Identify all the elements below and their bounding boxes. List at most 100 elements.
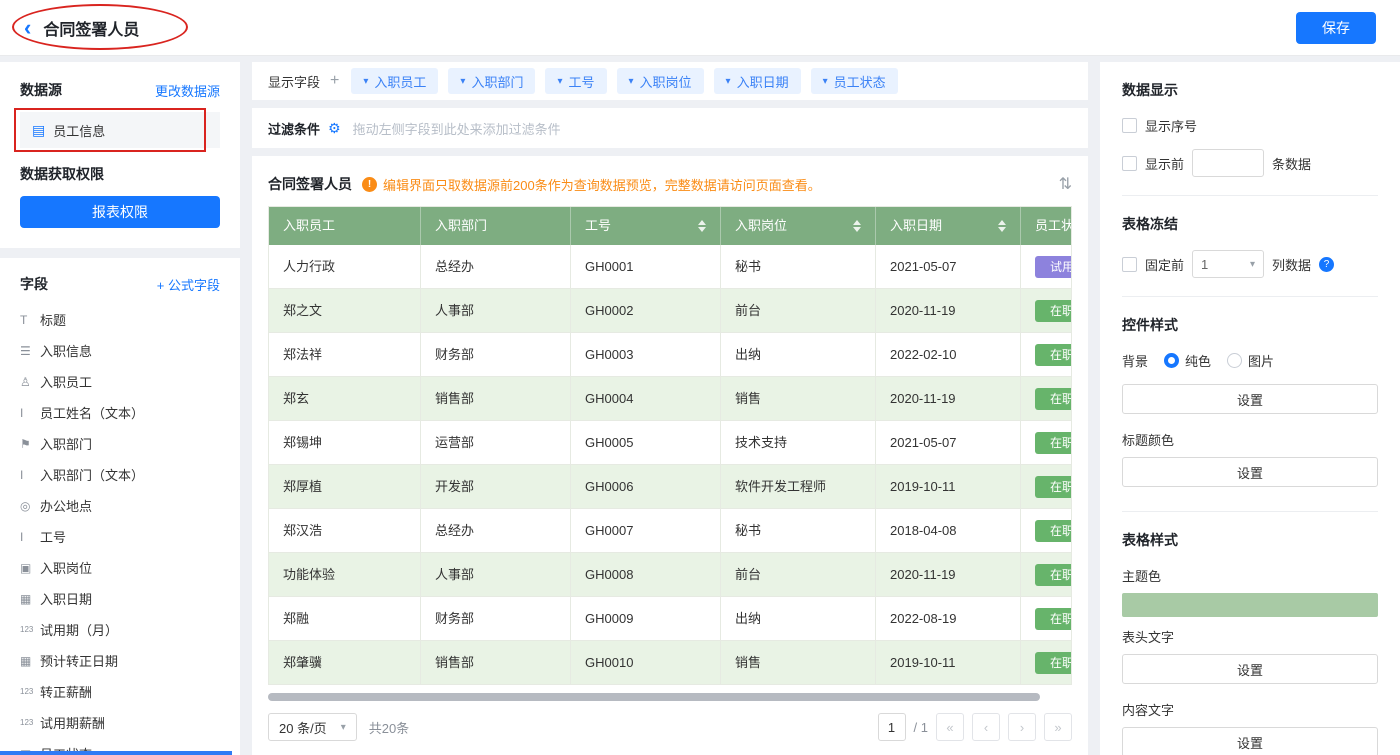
chip-label: 工号 — [568, 72, 594, 91]
sort-icon[interactable] — [847, 220, 861, 232]
location-icon: ◎ — [20, 499, 40, 513]
display-field-chip[interactable]: ▾员工状态 — [811, 68, 898, 94]
field-item[interactable]: I入职部门（文本） — [20, 459, 220, 490]
column-header-label: 入职岗位 — [735, 207, 787, 245]
table-cell: 2019-10-11 — [876, 465, 1021, 508]
field-item[interactable]: I工号 — [20, 521, 220, 552]
table-cell: 财务部 — [421, 597, 571, 640]
field-item[interactable]: ♙入职员工 — [20, 366, 220, 397]
display-field-chip[interactable]: ▾工号 — [545, 68, 606, 94]
sort-icon[interactable] — [992, 220, 1006, 232]
table-cell-status: 在职 — [1021, 641, 1072, 684]
field-item[interactable]: ◎办公地点 — [20, 490, 220, 521]
field-item[interactable]: ▦入职日期 — [20, 583, 220, 614]
fix-columns-checkbox[interactable] — [1122, 257, 1137, 272]
select-icon: ▣ — [20, 561, 40, 575]
display-field-chip[interactable]: ▾入职员工 — [351, 68, 438, 94]
prev-page-button[interactable]: ‹ — [972, 713, 1000, 741]
field-item[interactable]: 123试用期薪酬 — [20, 707, 220, 738]
cols-suffix-label: 列数据 — [1272, 255, 1311, 274]
solid-color-radio[interactable] — [1164, 353, 1179, 368]
table-cell: GH0008 — [571, 553, 721, 596]
table-cell: 总经办 — [421, 509, 571, 552]
first-page-button[interactable]: « — [936, 713, 964, 741]
next-page-button[interactable]: › — [1008, 713, 1036, 741]
field-item[interactable]: ▣入职岗位 — [20, 552, 220, 583]
help-icon[interactable]: ? — [1319, 257, 1334, 272]
sort-icon[interactable] — [692, 220, 706, 232]
status-badge: 在职 — [1035, 564, 1072, 586]
theme-color-swatch[interactable] — [1122, 593, 1378, 617]
show-first-checkbox[interactable] — [1122, 156, 1137, 171]
field-item[interactable]: ⚑入职部门 — [20, 428, 220, 459]
table-cell: 开发部 — [421, 465, 571, 508]
gear-icon[interactable]: ⚙ — [328, 120, 341, 137]
field-list: T标题☰入职信息♙入职员工I员工姓名（文本）⚑入职部门I入职部门（文本）◎办公地… — [20, 304, 220, 755]
report-permission-button[interactable]: 报表权限 — [20, 196, 220, 228]
table-cell: 出纳 — [721, 597, 876, 640]
scrollbar[interactable] — [0, 751, 232, 755]
table-cell: GH0006 — [571, 465, 721, 508]
fix-columns-select[interactable]: 1 ▾ — [1192, 250, 1264, 278]
table-cell: 财务部 — [421, 333, 571, 376]
display-field-chip[interactable]: ▾入职岗位 — [617, 68, 704, 94]
save-button[interactable]: 保存 — [1296, 12, 1376, 44]
chip-label: 入职日期 — [737, 72, 789, 91]
field-item-label: 入职日期 — [40, 589, 92, 608]
rows-suffix-label: 条数据 — [1272, 154, 1311, 173]
last-page-button[interactable]: » — [1044, 713, 1072, 741]
field-item-label: 办公地点 — [40, 496, 92, 515]
table-cell-status: 在职 — [1021, 597, 1072, 640]
table-cell-status: 在职 — [1021, 377, 1072, 420]
status-badge: 在职 — [1035, 344, 1072, 366]
background-set-button[interactable]: 设置 — [1122, 384, 1378, 414]
current-page-input[interactable]: 1 — [878, 713, 906, 741]
field-item[interactable]: 123转正薪酬 — [20, 676, 220, 707]
add-display-field-button[interactable]: + — [330, 72, 339, 90]
horizontal-scrollbar[interactable] — [268, 693, 1040, 701]
title-color-set-button[interactable]: 设置 — [1122, 457, 1378, 487]
sort-order-icon[interactable]: ⇅ — [1059, 174, 1072, 194]
text-icon: I — [20, 468, 40, 482]
column-header[interactable]: 工号 — [571, 207, 721, 245]
chevron-down-icon: ▾ — [341, 722, 346, 733]
page-size-select[interactable]: 20 条/页 ▾ — [268, 713, 357, 741]
table-cell: 2020-11-19 — [876, 289, 1021, 332]
preview-notice-text: 编辑界面只取数据源前200条作为查询数据预览，完整数据请访问页面查看。 — [383, 175, 821, 194]
row-limit-input[interactable] — [1192, 149, 1264, 177]
datasource-item-label: 员工信息 — [53, 121, 105, 140]
display-field-chip[interactable]: ▾入职部门 — [448, 68, 535, 94]
datasource-item[interactable]: ▤ 员工信息 — [20, 112, 220, 148]
column-header[interactable]: 入职岗位 — [721, 207, 876, 245]
table-cell: 软件开发工程师 — [721, 465, 876, 508]
change-datasource-link[interactable]: 更改数据源 — [155, 81, 220, 100]
fields-heading: 字段 — [20, 274, 48, 294]
page-size-value: 20 条/页 — [279, 718, 327, 737]
back-icon[interactable]: ‹ — [24, 17, 31, 39]
image-radio[interactable] — [1227, 353, 1242, 368]
column-header[interactable]: 入职日期 — [876, 207, 1021, 245]
column-header-label: 工号 — [585, 207, 611, 245]
formula-field-link[interactable]: + 公式字段 — [157, 275, 220, 294]
filter-bar: 过滤条件 ⚙ 拖动左侧字段到此处来添加过滤条件 — [252, 108, 1088, 148]
content-text-set-button[interactable]: 设置 — [1122, 727, 1378, 755]
field-item[interactable]: ☰入职信息 — [20, 335, 220, 366]
table-cell: 销售 — [721, 377, 876, 420]
table-cell: 2019-10-11 — [876, 641, 1021, 684]
filter-label: 过滤条件 — [268, 119, 320, 138]
field-item[interactable]: I员工姓名（文本） — [20, 397, 220, 428]
header-text-set-button[interactable]: 设置 — [1122, 654, 1378, 684]
field-item[interactable]: T标题 — [20, 304, 220, 335]
field-item[interactable]: 123试用期（月） — [20, 614, 220, 645]
show-index-checkbox[interactable] — [1122, 118, 1137, 133]
text-icon: I — [20, 530, 40, 544]
column-header-label: 员工状态 — [1035, 207, 1072, 245]
status-badge: 在职 — [1035, 300, 1072, 322]
table-cell-status: 在职 — [1021, 465, 1072, 508]
field-item-label: 入职信息 — [40, 341, 92, 360]
table-cell: GH0010 — [571, 641, 721, 684]
display-field-chip[interactable]: ▾入职日期 — [714, 68, 801, 94]
field-item[interactable]: ▦预计转正日期 — [20, 645, 220, 676]
status-badge: 在职 — [1035, 476, 1072, 498]
divider — [1122, 195, 1378, 196]
